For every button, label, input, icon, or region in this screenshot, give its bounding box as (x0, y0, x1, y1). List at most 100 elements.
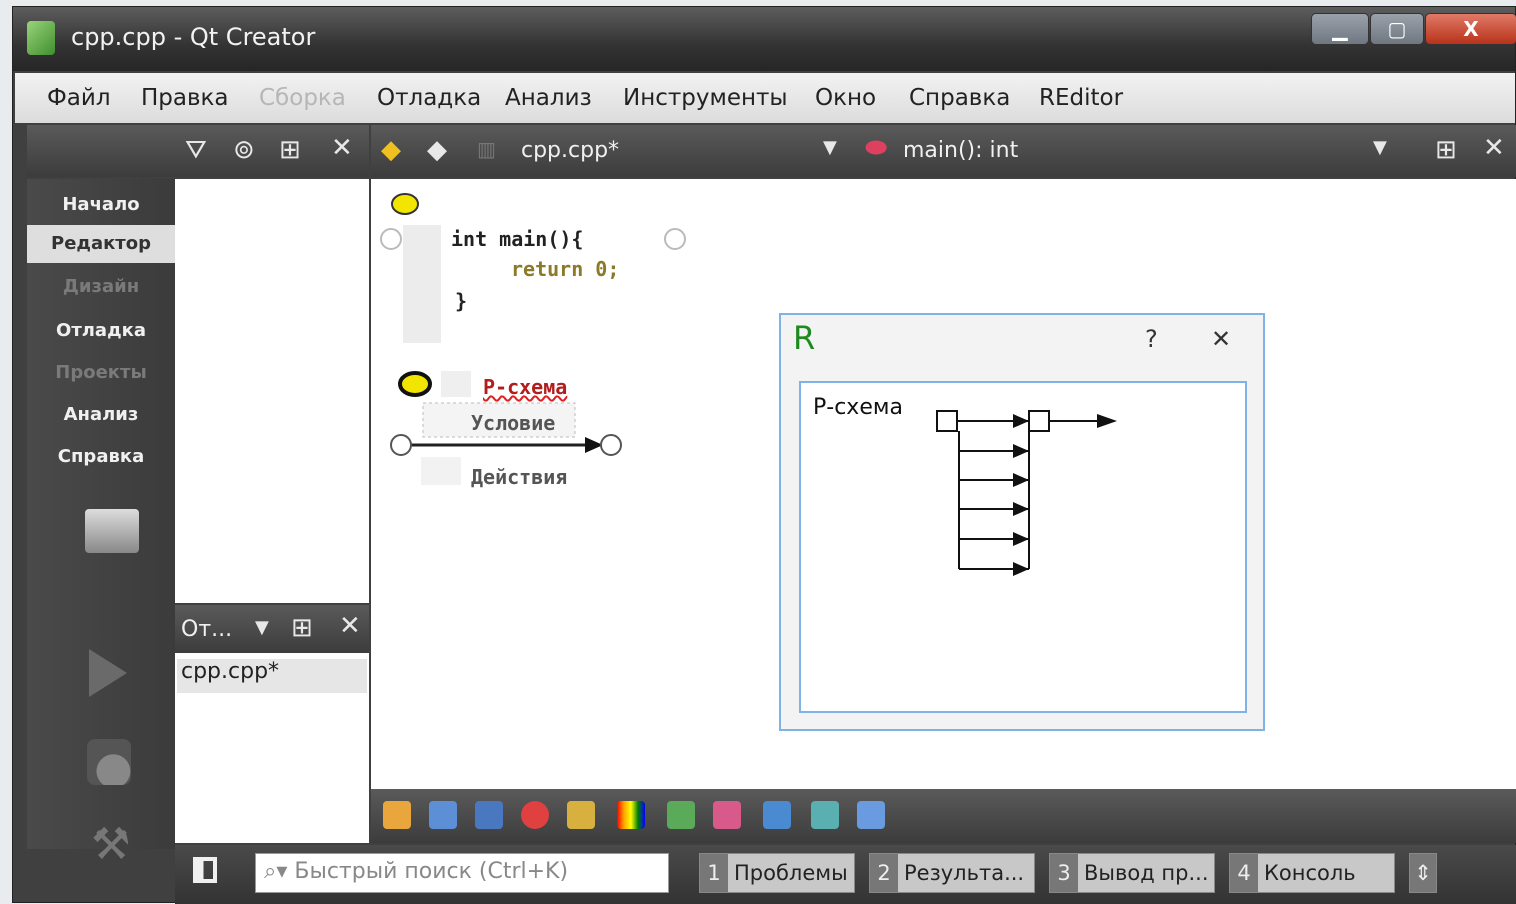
chevron-down-icon[interactable]: ▼ (1373, 137, 1387, 158)
close-icon[interactable]: ✕ (339, 611, 361, 641)
mode-debug[interactable]: Отладка (27, 313, 175, 349)
function-icon: ⬬ (865, 133, 888, 163)
rscheme-entry-node (380, 228, 402, 250)
rscheme-selected-node (398, 371, 432, 397)
delete-icon[interactable] (521, 801, 549, 829)
rscheme-start-node (391, 193, 419, 215)
paste-icon[interactable] (383, 801, 411, 829)
diagram-exit-arrowhead (1097, 414, 1117, 428)
qt-creator-app-icon (27, 21, 55, 55)
mode-design[interactable]: Дизайн (27, 269, 175, 305)
close-window-button[interactable]: X (1425, 13, 1516, 45)
mode-selector: Начало Редактор Дизайн Отладка Проекты А… (27, 179, 175, 870)
menu-debug[interactable]: Отладка (377, 85, 481, 111)
document-icon[interactable] (713, 801, 741, 829)
forward-icon[interactable]: ◆ (427, 135, 447, 165)
arc-start-vertex (390, 434, 412, 456)
split-icon[interactable]: ⊞ (279, 135, 301, 165)
r-dialog: R ? ✕ Р-схема (779, 313, 1265, 731)
menu-file[interactable]: Файл (47, 85, 111, 111)
filter-icon[interactable]: ⛛ (185, 135, 207, 166)
mode-projects[interactable]: Проекты (27, 355, 175, 391)
search-icon: ⌕▾ (264, 859, 288, 884)
close-icon[interactable]: ✕ (1483, 133, 1505, 163)
cut-icon[interactable] (475, 801, 503, 829)
open-documents-title[interactable]: От... (181, 617, 232, 642)
menu-reditor[interactable]: REditor (1039, 85, 1123, 111)
help-button[interactable]: ? (1145, 325, 1158, 353)
chevron-down-icon[interactable]: ▼ (823, 137, 837, 158)
code-gutter (403, 225, 441, 343)
code-line-1: int main(){ (451, 227, 584, 251)
build-hammer-icon[interactable]: ⚒ (91, 819, 130, 870)
export-icon[interactable] (857, 801, 885, 829)
file-lock-icon: ▥ (477, 137, 496, 161)
dialog-close-button[interactable]: ✕ (1211, 325, 1231, 353)
close-icon[interactable]: ✕ (331, 133, 353, 163)
qt-creator-window: cpp.cpp - Qt Creator ▁ ▢ X Файл Правка С… (12, 6, 1516, 904)
chevron-down-icon[interactable]: ▼ (255, 617, 269, 638)
menu-analyze[interactable]: Анализ (505, 85, 592, 111)
output-tab-console[interactable]: 4 Консоль (1229, 853, 1395, 893)
search-placeholder: Быстрый поиск (Ctrl+K) (294, 859, 569, 884)
output-tabs-scroll-button[interactable]: ⇕ (1409, 853, 1437, 893)
output-tab-issues[interactable]: 1 Проблемы (699, 853, 855, 893)
output-tab-search-results[interactable]: 2 Результа... (869, 853, 1035, 893)
condition-label[interactable]: Условие (471, 411, 555, 435)
kit-selector-icon[interactable] (85, 509, 139, 553)
code-line-3: } (455, 289, 468, 313)
split-icon[interactable]: ⊞ (1435, 135, 1457, 165)
menu-help[interactable]: Справка (909, 85, 1010, 111)
open-document-item[interactable]: cpp.cpp* (177, 659, 367, 693)
rscheme-title-label: Р-схема (483, 375, 568, 399)
rscheme-preview: Р-схема (799, 381, 1247, 713)
rscheme-tools-toolbar (371, 789, 1516, 843)
link-icon[interactable]: ⊚ (233, 135, 255, 165)
monitor-icon[interactable] (811, 801, 839, 829)
diagram-vertex-start (936, 410, 958, 432)
menu-tools[interactable]: Инструменты (623, 85, 788, 111)
editor-toolbar: ◆ ◆ ▥ cpp.cpp* ▼ ⬬ main(): int ▼ ⊞ ✕ (371, 125, 1516, 177)
window-title: cpp.cpp - Qt Creator (71, 23, 316, 51)
current-file[interactable]: cpp.cpp* (521, 138, 619, 163)
rscheme-exit-node (664, 228, 686, 250)
run-icon[interactable] (89, 649, 127, 697)
status-bar: ⌕▾ Быстрый поиск (Ctrl+K) 1 Проблемы 2 Рез… (175, 845, 1516, 904)
sidebar-toggle-icon[interactable] (193, 857, 217, 883)
menu-bar: Файл Правка Сборка Отладка Анализ Инстру… (15, 73, 1515, 123)
minimize-button[interactable]: ▁ (1311, 13, 1369, 45)
output-tab-application-output[interactable]: 3 Вывод пр... (1049, 853, 1215, 893)
code-line-2: return 0; (511, 257, 620, 281)
mode-welcome[interactable]: Начало (27, 187, 175, 223)
image-icon[interactable] (667, 801, 695, 829)
diagram-vertex-end (1028, 410, 1050, 432)
navigation-panel (175, 179, 369, 603)
mode-analyze[interactable]: Анализ (27, 397, 175, 433)
split-icon[interactable]: ⊞ (291, 613, 313, 643)
mode-help[interactable]: Справка (27, 439, 175, 475)
color-icon[interactable] (617, 801, 645, 829)
navigation-toolbar: ⛛ ⊚ ⊞ ✕ (27, 125, 369, 177)
open-documents-list: cpp.cpp* (175, 653, 369, 843)
open-documents-header: От... ▼ ⊞ ✕ (175, 605, 369, 653)
debug-run-icon[interactable] (87, 739, 131, 785)
title-bar: cpp.cpp - Qt Creator ▁ ▢ X (13, 7, 1516, 71)
current-function[interactable]: main(): int (903, 138, 1018, 163)
action-box (421, 457, 461, 485)
menu-edit[interactable]: Правка (141, 85, 229, 111)
action-label[interactable]: Действия (471, 465, 567, 489)
diagram-arrowhead (1013, 502, 1029, 516)
r-dialog-title: R (793, 319, 816, 357)
diagram-arrowhead (1013, 562, 1029, 576)
magic-wand-icon[interactable] (567, 801, 595, 829)
menu-window[interactable]: Окно (815, 85, 876, 111)
maximize-button[interactable]: ▢ (1370, 13, 1424, 45)
mode-edit[interactable]: Редактор (27, 225, 175, 263)
back-icon[interactable]: ◆ (381, 135, 401, 165)
quick-search-input[interactable]: ⌕▾ Быстрый поиск (Ctrl+K) (255, 853, 669, 893)
diagram-arrowhead (1013, 532, 1029, 546)
copy-icon[interactable] (429, 801, 457, 829)
rscheme-label-box (441, 371, 471, 397)
menu-build[interactable]: Сборка (259, 85, 346, 111)
tree-icon[interactable] (763, 801, 791, 829)
